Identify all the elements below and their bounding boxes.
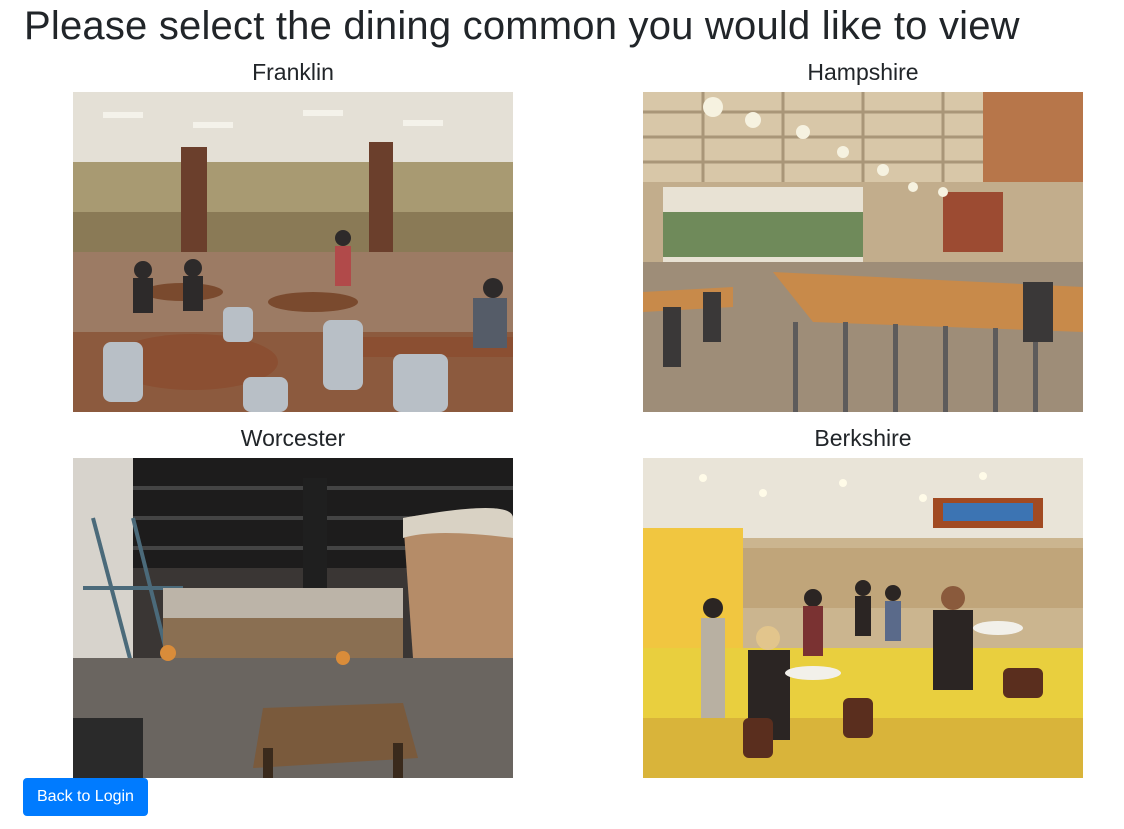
dining-name-berkshire: Berkshire bbox=[814, 425, 912, 451]
worcester-photo[interactable] bbox=[73, 458, 513, 778]
page-title: Please select the dining common you woul… bbox=[24, 4, 1020, 48]
berkshire-photo[interactable] bbox=[643, 458, 1083, 778]
hampshire-photo[interactable] bbox=[643, 92, 1083, 412]
dining-name-worcester: Worcester bbox=[240, 425, 346, 451]
franklin-photo[interactable] bbox=[73, 92, 513, 412]
dining-common-grid: Franklin Hampshire Worcester Berkshire bbox=[8, 54, 1116, 778]
dining-name-hampshire: Hampshire bbox=[807, 59, 919, 85]
dining-name-franklin: Franklin bbox=[252, 59, 334, 85]
back-to-login-button[interactable]: Back to Login bbox=[23, 778, 148, 816]
dining-tile-berkshire: Berkshire bbox=[578, 420, 1124, 778]
dining-tile-worcester: Worcester bbox=[8, 420, 578, 778]
dining-tile-franklin: Franklin bbox=[8, 54, 578, 412]
dining-tile-hampshire: Hampshire bbox=[578, 54, 1124, 412]
